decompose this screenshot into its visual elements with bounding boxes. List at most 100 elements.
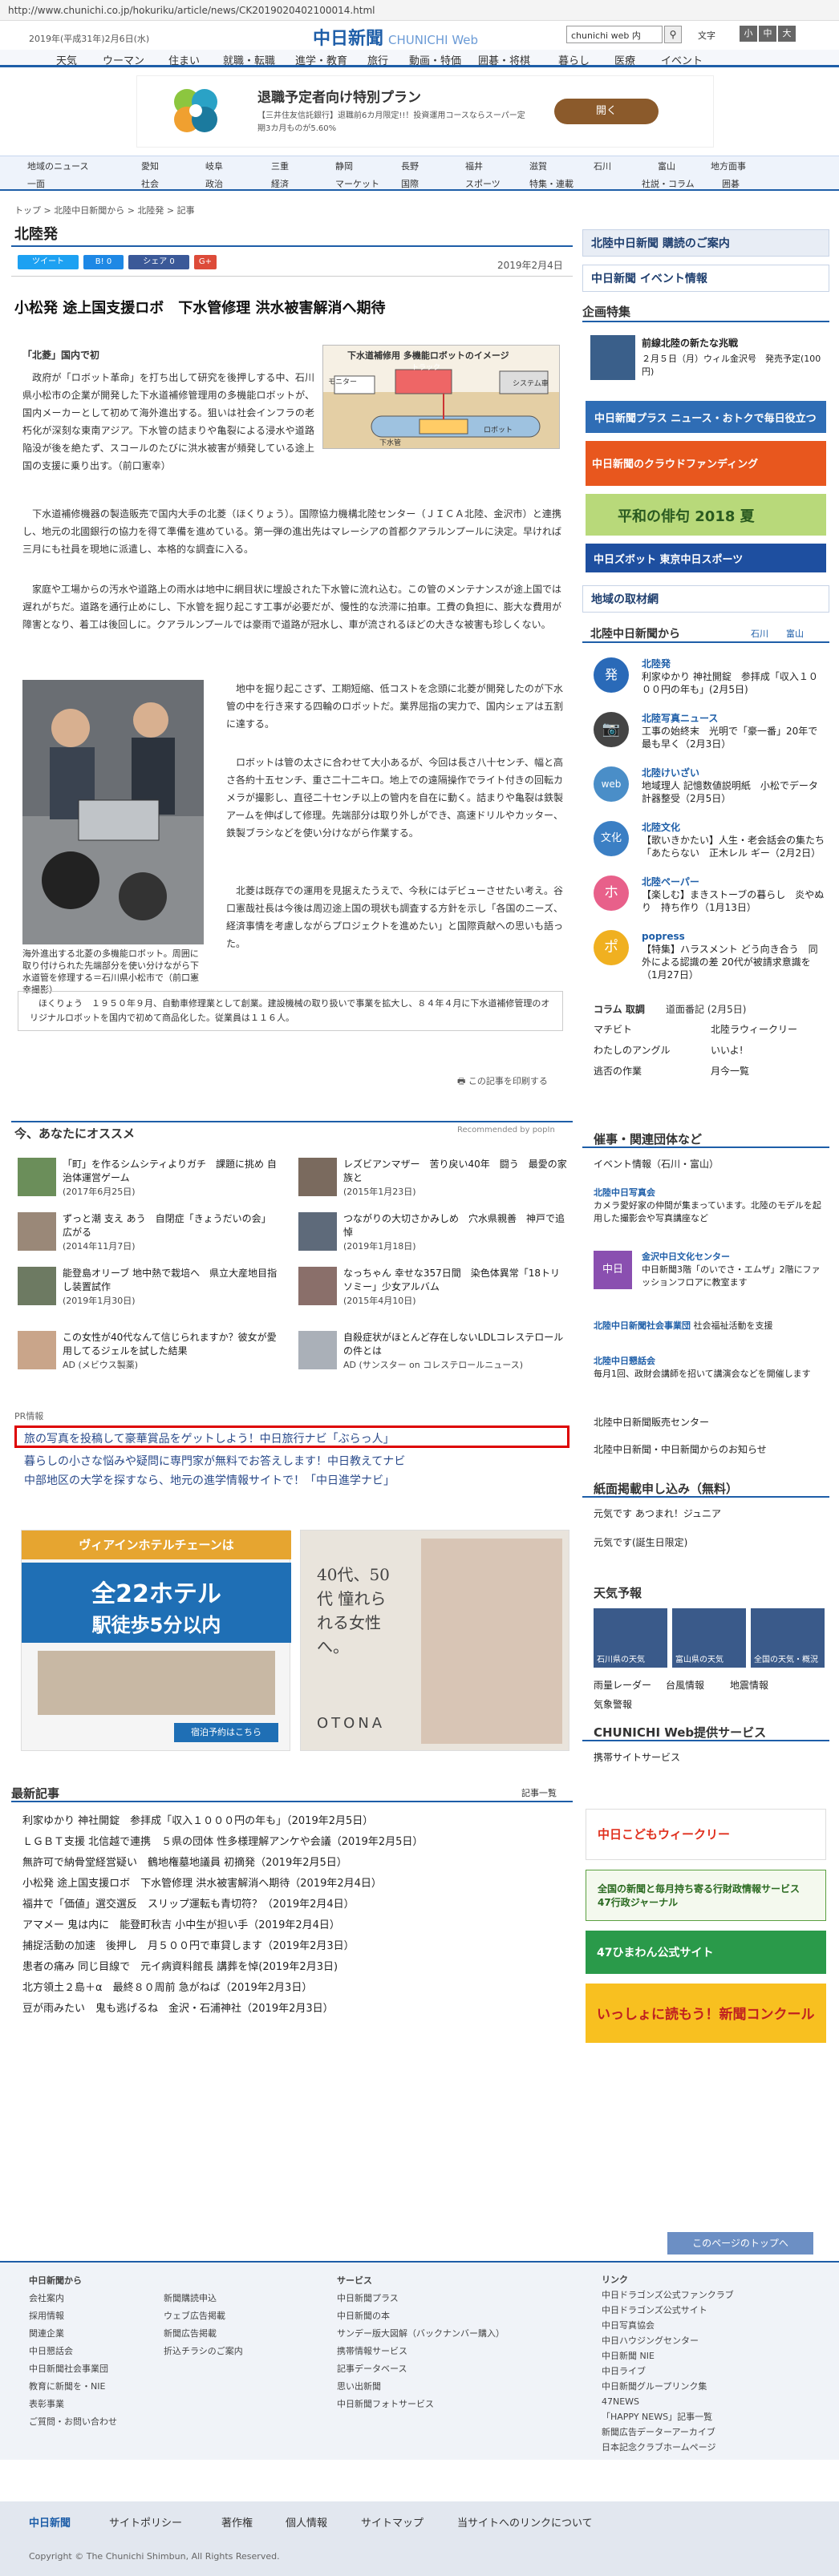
footer-link[interactable]: 中日写真協会 <box>602 2318 734 2333</box>
footer-link[interactable]: 中日新聞 NIE <box>602 2348 734 2364</box>
nav-item[interactable]: 就職・転職 <box>223 52 275 67</box>
thumbnail[interactable] <box>298 1331 337 1369</box>
footer-link[interactable]: 記事データベース <box>337 2360 505 2378</box>
column-link[interactable]: 逃否の作業 <box>594 1065 642 1078</box>
footer-link[interactable]: 中日ドラゴンズ公式サイト <box>602 2303 734 2318</box>
plan-thumbnail[interactable] <box>590 335 635 380</box>
category-item[interactable]: 経済 <box>271 177 289 190</box>
thumbnail[interactable] <box>18 1331 56 1369</box>
latest-item[interactable]: 患者の痛み 同じ目線で 元イ病資料館長 講葬を悼(2019年2月3日) <box>22 1958 338 1973</box>
kodomo-weekly-banner[interactable]: 中日こどもウィークリー <box>586 1809 826 1860</box>
chunichi-plus-banner[interactable]: 中日新聞プラス ニュース・おトクで毎日役立つ <box>586 401 826 433</box>
footer-link[interactable]: 「HAPPY NEWS」記事一覧 <box>602 2409 734 2424</box>
latest-item[interactable]: 福井で「価値」選交選反 スリップ運転も青切符？（2019年2月4日） <box>22 1895 355 1911</box>
gyosei-banner[interactable]: 全国の新聞と毎月持ち寄る行財政情報サービス 47行政ジャーナル <box>586 1870 826 1921</box>
search-input[interactable]: chunichi web 内 <box>566 26 663 43</box>
font-small-button[interactable]: 小 <box>740 26 757 42</box>
column-link[interactable]: わたしのアングル <box>594 1044 671 1057</box>
weather-map-japan[interactable]: 全国の天気・概況 <box>751 1608 825 1668</box>
weather-map-toyama[interactable]: 富山県の天気 <box>672 1608 746 1668</box>
subscribe-box[interactable]: 北陸中日新聞 購読のご案内 <box>582 229 829 257</box>
corp-item[interactable]: 北陸中日写真会 カメラ愛好家の仲間が集まっています。北陸のモデルを起用した撮影会や… <box>594 1187 825 1225</box>
tweet-button[interactable]: ツイート <box>18 255 79 269</box>
footer-link[interactable]: 新聞広告掲載 <box>164 2325 243 2343</box>
corp-link[interactable]: 北陸中日新聞販売センター <box>594 1416 709 1429</box>
corp-item[interactable]: 北陸中日新聞社会事業団 社会福祉活動を支援 <box>594 1320 825 1332</box>
footer-link[interactable]: 中日新聞社会事業団 <box>29 2360 117 2378</box>
koku-link[interactable]: 元気です(誕生日限定) <box>594 1536 687 1549</box>
haiku-banner[interactable]: 平和の俳句 2018 夏 <box>586 494 826 536</box>
latest-item[interactable]: 豆が雨みたい 鬼も逃げるね 金沢・石浦神社（2019年2月3日） <box>22 2000 334 2015</box>
weather-link[interactable]: 雨量レーダー <box>594 1679 651 1692</box>
column-sub[interactable]: 道面番記 (2月5日) <box>666 1002 746 1016</box>
corp-sub[interactable]: イベント情報（石川・富山） <box>594 1158 719 1171</box>
area-item[interactable]: 岐阜 <box>205 160 223 172</box>
footer-link[interactable]: 47NEWS <box>602 2394 734 2409</box>
weather-link[interactable]: 地震情報 <box>730 1679 768 1692</box>
area-item[interactable]: 富山 <box>658 160 675 172</box>
footer-bottom-link[interactable]: 個人情報 <box>286 2514 327 2529</box>
nav-item[interactable]: 暮らし <box>558 52 590 67</box>
area-item[interactable]: 愛知 <box>141 160 159 172</box>
footer-link[interactable]: 折込チラシのご案内 <box>164 2343 243 2360</box>
ad-open-button[interactable]: 開く <box>554 99 659 124</box>
google-plus-button[interactable]: G+ <box>194 255 217 269</box>
footer-link[interactable]: 会社案内 <box>29 2290 117 2307</box>
fashion-ad[interactable]: 40代、50代 憧れられる女性へ。 OTONA <box>300 1530 569 1751</box>
category-item[interactable]: 特集・連載 <box>529 177 574 190</box>
recommend-item[interactable]: 自殺症状がほとんど存在しないLDLコレステロールの件とは AD (サンスター on… <box>343 1331 568 1372</box>
recommend-item[interactable]: 能登島オリーブ 地中熱で栽培へ 県立大産地目指し装置試作 (2019年1月30日) <box>63 1267 279 1308</box>
column-link[interactable]: マチビト <box>594 1023 632 1036</box>
newspaper-contest-banner[interactable]: いっしょに読もう！新聞コンクール <box>586 1984 826 2043</box>
facebook-share-button[interactable]: シェア 0 <box>128 255 189 269</box>
site-logo[interactable]: 中日新聞 CHUNICHI Web <box>313 24 478 50</box>
latest-item[interactable]: 小松発 途上国支援ロボ 下水管修理 洪水被害解消へ期待（2019年2月4日） <box>22 1874 382 1890</box>
footer-logo[interactable]: 中日新聞 <box>29 2514 71 2529</box>
weather-link[interactable]: 気象警報 <box>594 1698 632 1711</box>
address-bar[interactable]: http://www.chunichi.co.jp/hokuriku/artic… <box>0 0 839 21</box>
category-item[interactable]: 政治 <box>205 177 223 190</box>
area-item[interactable]: 石川 <box>594 160 611 172</box>
from-tab-ishikawa[interactable]: 石川 <box>751 627 768 640</box>
latest-item[interactable]: ＬＧＢＴ支援 北信越で連携 ５県の団体 性多様理解アンケや会議（2019年2月5… <box>22 1833 423 1848</box>
latest-more-link[interactable]: 記事一覧 <box>521 1786 557 1799</box>
footer-link[interactable]: 中日新聞グループリンク集 <box>602 2379 734 2394</box>
koku-link[interactable]: 元気です あつまれ！ジュニア <box>594 1507 721 1520</box>
pr-link[interactable]: 中部地区の大学を探すなら、地元の進学情報サイトで！「中日進学ナビ」 <box>24 1472 395 1488</box>
culture-icon[interactable]: 文化 <box>594 821 629 856</box>
nav-item[interactable]: 住まい <box>168 52 200 67</box>
latest-item[interactable]: 北方領土２島＋α 最終８０周前 急がねば（2019年2月3日） <box>22 1979 312 1994</box>
print-link[interactable]: 🖶 この記事を印刷する <box>457 1074 548 1090</box>
economy-icon[interactable]: web <box>594 766 629 802</box>
footer-link[interactable]: 採用情報 <box>29 2307 117 2325</box>
side-item[interactable]: 北陸写真ニュース 工事の始終末 光明で「豪一番」20年で最も早く（2月3日） <box>642 712 825 750</box>
latest-item[interactable]: 無許可で納骨堂経営疑い 鶴地権墓地議員 初摘発（2019年2月5日） <box>22 1854 347 1869</box>
font-large-button[interactable]: 大 <box>778 26 796 42</box>
category-item[interactable]: スポーツ <box>465 177 501 190</box>
culture-center-logo[interactable]: 中日 <box>594 1251 632 1289</box>
himawari-banner[interactable]: 47ひまわん公式サイト <box>586 1931 826 1974</box>
footer-bottom-link[interactable]: サイトマップ <box>361 2514 424 2529</box>
latest-item[interactable]: 捕捉活動の加速 後押し 月５００円で車貸します（2019年2月3日） <box>22 1937 355 1952</box>
side-item[interactable]: 北陸発 利家ゆかり 神社開錠 参拝成「収入１０００円の年も」(2月5日) <box>642 657 825 696</box>
banner-ad[interactable]: 退職予定者向け特別プラン 【三井住友信託銀行】退職前6カ月限定!!！投資運用コー… <box>136 75 714 148</box>
footer-bottom-link[interactable]: 著作権 <box>221 2514 253 2529</box>
footer-bottom-link[interactable]: サイトポリシー <box>109 2514 182 2529</box>
footer-link[interactable]: 日本記念クラブホームページ <box>602 2440 734 2455</box>
footer-link[interactable]: ご質問・お問い合わせ <box>29 2413 117 2431</box>
category-item[interactable]: 社説・コラム <box>642 177 695 190</box>
nav-item[interactable]: 動画・特価 <box>409 52 461 67</box>
hotel-ad[interactable]: ヴィアインホテルチェーンは 全22ホテル 駅徒歩5分以内 宿泊予約はこちら <box>21 1530 291 1751</box>
thumbnail[interactable] <box>298 1212 337 1251</box>
recommend-item[interactable]: なっちゃん 幸せな357日間 染色体異常「18トリソミー」少女アルバム (2015… <box>343 1267 568 1308</box>
latest-item[interactable]: アマメー 鬼は内に 能登町秋吉 小中生が担い手（2019年2月4日） <box>22 1916 340 1931</box>
plan-text[interactable]: 前線北陸の新たな兆戦 <box>642 337 826 350</box>
recommend-item[interactable]: 「町」を作るシムシティよりガチ 課題に挑め 自治体運営ゲーム (2017年6月25… <box>63 1158 279 1199</box>
footer-link[interactable]: ウェブ広告掲載 <box>164 2307 243 2325</box>
crowdfunding-banner[interactable]: 中日新聞のクラウドファンディング <box>586 441 826 486</box>
recommend-item[interactable]: この女性が40代なんて信じられますか？彼女が愛用してるジェルを試した結果 AD (… <box>63 1331 279 1372</box>
back-to-top-button[interactable]: このページのトップへ <box>667 2232 813 2255</box>
footer-link[interactable]: 中日懇話会 <box>29 2343 117 2360</box>
latest-item[interactable]: 利家ゆかり 神社開錠 参拝成「収入１０００円の年も」（2019年2月5日） <box>22 1812 373 1827</box>
area-item[interactable]: 三重 <box>271 160 289 172</box>
